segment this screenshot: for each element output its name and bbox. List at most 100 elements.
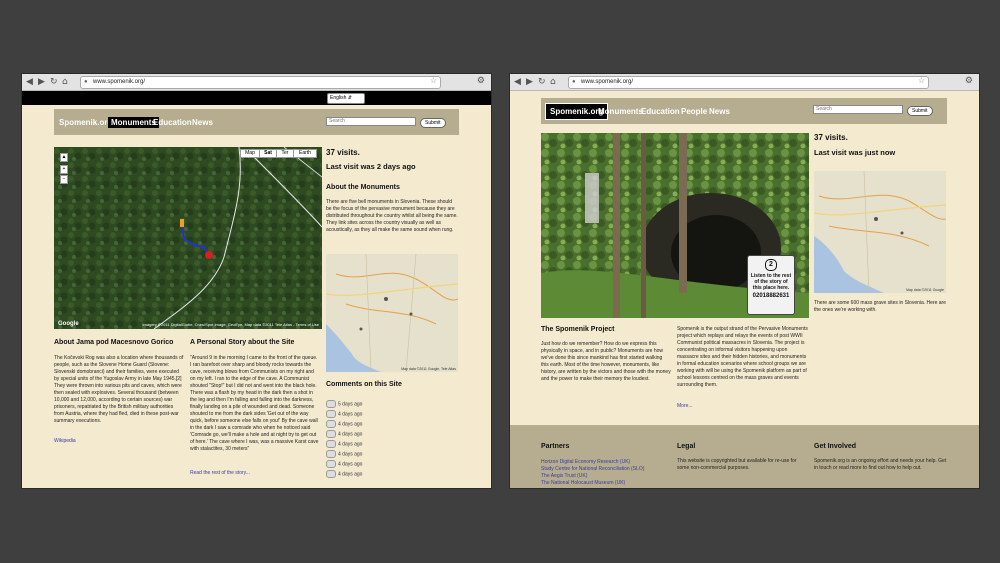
sign-text: Listen to the rest of the story of this …	[750, 273, 792, 291]
slovenia-map-copyright: Map data ©2011 Google	[906, 288, 944, 292]
language-value: English	[330, 95, 347, 101]
bookmark-star-icon[interactable]: ☆	[918, 76, 925, 85]
bookmark-star-icon[interactable]: ☆	[430, 76, 437, 85]
small-map-svg	[326, 254, 458, 372]
zoom-out-icon[interactable]: −	[60, 175, 68, 184]
nav-monuments[interactable]: Monuments	[598, 107, 643, 116]
partner-link[interactable]: Horizon Digital Economy Research (UK)	[541, 459, 630, 465]
wrench-icon[interactable]: ⚙	[965, 75, 973, 86]
wrench-icon[interactable]: ⚙	[477, 75, 485, 86]
browser-toolbar: ◀ ▶ ↻ ⌂ ● www.spomenik.org/ ☆ ⚙	[22, 74, 491, 91]
visits-count: 37 visits.	[814, 133, 848, 142]
site-footer: Partners Horizon Digital Economy Researc…	[510, 425, 979, 488]
small-map-copyright: Map data ©2011 Google, Tele Atlas	[401, 367, 456, 371]
browser-window-left: ◀ ▶ ↻ ⌂ ● www.spomenik.org/ ☆ ⚙ English …	[22, 74, 491, 488]
avatar	[326, 470, 336, 478]
comment-time: 4 days ago	[338, 441, 363, 448]
small-map[interactable]: Map data ©2011 Google, Tele Atlas	[326, 254, 458, 372]
map-caption: There are some 600 mass grave sites in S…	[814, 300, 947, 313]
url-text: www.spomenik.org/	[581, 79, 634, 85]
site-logo[interactable]: Spomenik.org	[59, 118, 112, 127]
nav-news[interactable]: News	[709, 107, 730, 116]
forward-icon[interactable]: ▶	[526, 75, 533, 89]
avatar	[326, 460, 336, 468]
url-text: www.spomenik.org/	[93, 79, 146, 85]
map-copyright: Imagery ©2011 DigitalGlobe, Cnes/Spot Im…	[142, 322, 319, 327]
nav-news[interactable]: News	[192, 118, 213, 127]
wikipedia-link[interactable]: Wikipedia	[54, 438, 76, 444]
get-involved-text: Spomenik.org is an ongoing effort and ne…	[814, 458, 947, 471]
comment-item[interactable]: 4 days ago	[326, 440, 362, 448]
partner-link[interactable]: The Aegis Trust (UK)	[541, 473, 587, 479]
map-type-sat[interactable]: Sat	[259, 149, 277, 158]
comment-time: 4 days ago	[338, 451, 363, 458]
legal-text: This website is copyrighted but availabl…	[677, 458, 797, 471]
avatar	[326, 410, 336, 418]
nav-education[interactable]: Education	[641, 107, 680, 116]
reload-icon[interactable]: ↻	[50, 75, 58, 89]
about-site-text: The Kočevski Rog was also a location whe…	[54, 355, 184, 424]
forward-icon[interactable]: ▶	[38, 75, 45, 89]
strand-text: Spomenik is the output strand of the Per…	[677, 326, 808, 388]
site-nav: Spomenik.org Monuments Education People …	[541, 98, 947, 124]
avatar	[326, 430, 336, 438]
slovenia-map[interactable]: Map data ©2011 Google	[814, 171, 946, 293]
comment-item[interactable]: 4 days ago	[326, 460, 362, 468]
nav-people[interactable]: People	[681, 107, 707, 116]
partner-link[interactable]: Study Centre for National Reconciliation…	[541, 466, 644, 472]
comment-time: 5 days ago	[338, 401, 363, 408]
pan-up-icon[interactable]: ▲	[60, 153, 68, 162]
search-input[interactable]	[326, 117, 416, 126]
browser-toolbar: ◀ ▶ ↻ ⌂ ● www.spomenik.org/ ☆ ⚙	[510, 74, 979, 91]
globe-icon: ●	[84, 79, 88, 85]
address-bar[interactable]: ● www.spomenik.org/	[80, 76, 441, 89]
cave-photo: 2 Listen to the rest of the story of thi…	[541, 133, 809, 318]
back-icon[interactable]: ◀	[514, 75, 521, 89]
comment-item[interactable]: 4 days ago	[326, 470, 362, 478]
home-icon[interactable]: ⌂	[550, 75, 556, 89]
slovenia-map-svg	[814, 171, 946, 293]
about-site-title: About Jama pod Macesnovo Gorico	[54, 339, 174, 346]
back-icon[interactable]: ◀	[26, 75, 33, 89]
comment-item[interactable]: 4 days ago	[326, 450, 362, 458]
nav-monuments[interactable]: Monuments	[108, 117, 159, 128]
partners-title: Partners	[541, 443, 570, 450]
last-visit: Last visit was 2 days ago	[326, 162, 416, 171]
reload-icon[interactable]: ↻	[538, 75, 546, 89]
comment-time: 4 days ago	[338, 471, 363, 478]
site-nav: Spomenik.org Monuments Education News Su…	[54, 109, 459, 135]
project-title: The Spomenik Project	[541, 326, 615, 333]
story-text: "Around 9 in the morning I came to the f…	[190, 355, 319, 452]
comment-item[interactable]: 4 days ago	[326, 420, 362, 428]
comment-item[interactable]: 4 days ago	[326, 430, 362, 438]
avatar	[326, 420, 336, 428]
satellite-map[interactable]: Map Sat Ter Earth ▲ + − Google Imagery ©…	[54, 147, 322, 329]
more-link[interactable]: More...	[677, 403, 693, 409]
comments-title: Comments on this Site	[326, 381, 402, 388]
avatar	[326, 400, 336, 408]
partner-link[interactable]: The National Holocaust Museum (UK)	[541, 480, 625, 486]
language-select[interactable]: English ⇵	[327, 93, 365, 104]
submit-button[interactable]: Submit	[907, 106, 933, 116]
legal-title: Legal	[677, 443, 696, 450]
read-story-link[interactable]: Read the rest of the story...	[190, 470, 250, 476]
nav-education[interactable]: Education	[153, 118, 192, 127]
project-text: Just how do we remember? How do we expre…	[541, 341, 671, 382]
comment-item[interactable]: 5 days ago	[326, 400, 362, 408]
address-bar[interactable]: ● www.spomenik.org/	[568, 76, 929, 89]
map-type-map[interactable]: Map	[240, 149, 260, 158]
comment-time: 4 days ago	[338, 431, 363, 438]
story-title: A Personal Story about the Site	[190, 339, 295, 346]
comment-item[interactable]: 4 days ago	[326, 410, 362, 418]
avatar	[326, 450, 336, 458]
about-monuments-title: About the Monuments	[326, 184, 400, 191]
home-icon[interactable]: ⌂	[62, 75, 68, 89]
submit-button[interactable]: Submit	[420, 118, 446, 128]
search-input[interactable]	[813, 105, 903, 114]
last-visit: Last visit was just now	[814, 148, 896, 157]
avatar	[326, 440, 336, 448]
zoom-in-icon[interactable]: +	[60, 165, 68, 174]
sign-number: 2	[765, 259, 777, 271]
map-type-earth[interactable]: Earth	[293, 149, 317, 158]
map-type-ter[interactable]: Ter	[276, 149, 294, 158]
